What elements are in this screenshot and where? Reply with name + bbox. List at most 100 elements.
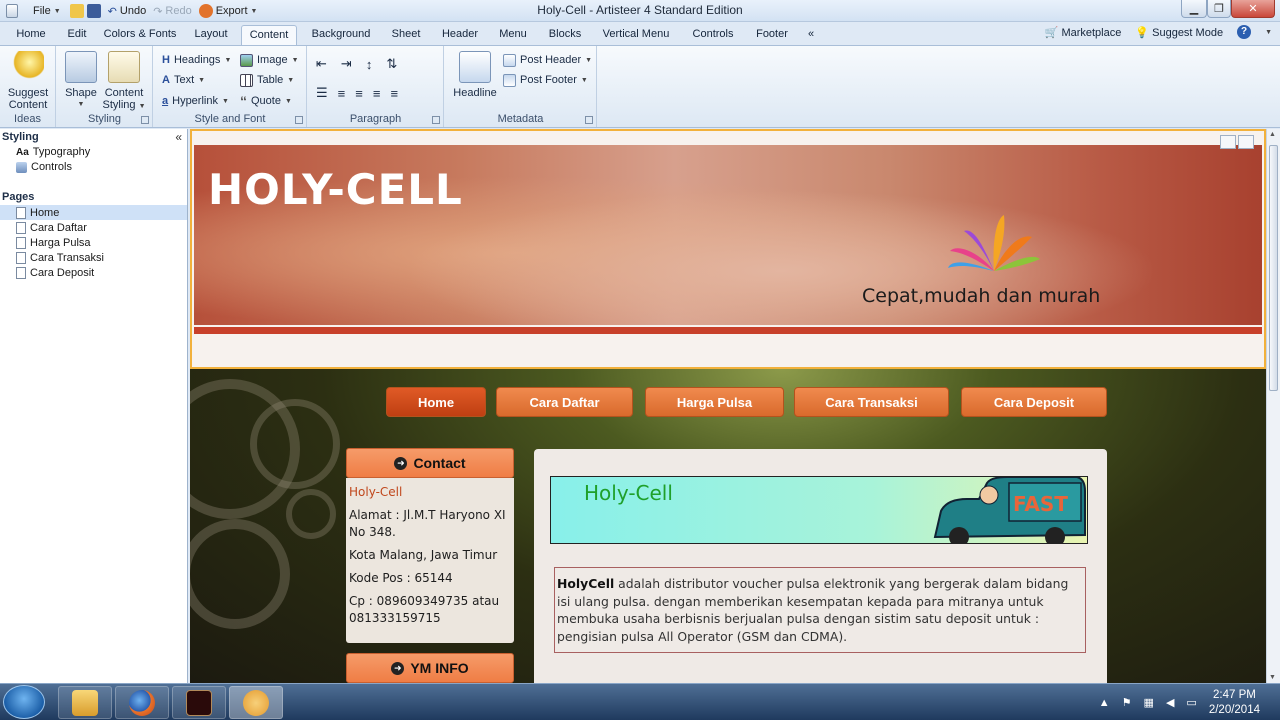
group-launcher-icon[interactable] bbox=[432, 116, 440, 124]
suggest-content-button[interactable]: Suggest Content bbox=[4, 51, 52, 111]
content-banner-image[interactable]: Holy-Cell FAST bbox=[550, 476, 1088, 544]
site-header[interactable]: HOLY-CELL Cepat,mudah dan murah bbox=[190, 129, 1266, 369]
paragraph-spacing-icon[interactable]: ⇅ bbox=[386, 56, 397, 72]
decorative-ring bbox=[286, 489, 336, 539]
tab-sheet[interactable]: Sheet bbox=[386, 25, 426, 45]
hyperlink-button[interactable]: a Hyperlink ▼ bbox=[162, 92, 229, 110]
content-article[interactable]: Holy-Cell FAST HolyCell adalah distribut… bbox=[534, 449, 1107, 683]
tab-blocks[interactable]: Blocks bbox=[544, 25, 586, 45]
table-button[interactable]: Table ▼ bbox=[240, 71, 294, 89]
flag-icon[interactable]: ⚑ bbox=[1122, 696, 1132, 709]
text-button[interactable]: A Text ▼ bbox=[162, 71, 205, 89]
page-item-home[interactable]: Home bbox=[0, 205, 187, 220]
nav-cara-deposit[interactable]: Cara Deposit bbox=[961, 387, 1107, 417]
styling-item-typography[interactable]: Aa Typography bbox=[16, 145, 90, 159]
export-button[interactable]: Export bbox=[216, 5, 248, 17]
scrollbar-thumb[interactable] bbox=[1269, 145, 1278, 391]
power-icon[interactable]: ▭ bbox=[1186, 696, 1196, 709]
scroll-down-icon[interactable]: ▼ bbox=[1269, 674, 1276, 681]
chevron-down-icon[interactable]: ▼ bbox=[1265, 29, 1272, 36]
tab-colors-fonts[interactable]: Colors & Fonts bbox=[100, 25, 180, 45]
ym-info-block-header[interactable]: ➜ YM INFO bbox=[346, 653, 514, 683]
image-button[interactable]: Image ▼ bbox=[240, 51, 299, 69]
site-title[interactable]: HOLY-CELL bbox=[208, 165, 463, 214]
undo-button[interactable]: Undo bbox=[120, 5, 146, 17]
styling-item-controls[interactable]: Controls bbox=[16, 160, 72, 174]
save-icon[interactable] bbox=[86, 4, 101, 18]
group-style-font: H Headings ▼ A Text ▼ a Hyperlink ▼ Image ▼ Tab… bbox=[154, 46, 307, 127]
decrease-indent-icon[interactable]: ⇤ bbox=[316, 56, 327, 72]
tab-background[interactable]: Background bbox=[305, 25, 377, 45]
justify-icon[interactable]: ≡ bbox=[390, 86, 398, 101]
show-hidden-icons[interactable]: ▲ bbox=[1099, 697, 1110, 709]
file-menu-button[interactable]: File bbox=[33, 5, 51, 17]
taskbar: ▲ ⚑ ▦ ◀ ▭ 2:47 PM 2/20/2014 bbox=[0, 683, 1280, 720]
minimize-button[interactable]: ▁ bbox=[1181, 0, 1207, 18]
page-item-cara-daftar[interactable]: Cara Daftar bbox=[0, 220, 187, 235]
content-styling-button[interactable]: Content Styling ▼ bbox=[99, 51, 149, 113]
page-item-harga-pulsa[interactable]: Harga Pulsa bbox=[0, 235, 187, 250]
restore-button[interactable]: ❐ bbox=[1207, 0, 1231, 18]
group-launcher-icon[interactable] bbox=[585, 116, 593, 124]
nav-harga-pulsa[interactable]: Harga Pulsa bbox=[645, 387, 784, 417]
minimize-icon: ▁ bbox=[1189, 3, 1199, 15]
redo-button[interactable]: Redo bbox=[165, 5, 191, 17]
view-options-icon[interactable] bbox=[1238, 135, 1254, 149]
tab-header[interactable]: Header bbox=[436, 25, 484, 45]
tab-content[interactable]: Content bbox=[241, 25, 297, 45]
marketplace-link[interactable]: 🛒 Marketplace bbox=[1045, 26, 1122, 39]
quote-button[interactable]: “Quote ▼ bbox=[240, 92, 292, 110]
group-launcher-icon[interactable] bbox=[141, 116, 149, 124]
group-label: Paragraph bbox=[349, 113, 402, 125]
line-spacing-icon[interactable]: ↕ bbox=[366, 57, 373, 72]
close-button[interactable]: ✕ bbox=[1231, 0, 1275, 18]
tab-footer[interactable]: Footer bbox=[750, 25, 794, 45]
taskbar-explorer[interactable] bbox=[58, 686, 112, 719]
tab-menu[interactable]: Menu bbox=[492, 25, 534, 45]
bullet-list-icon[interactable]: ☰ bbox=[316, 85, 328, 101]
align-right-icon[interactable]: ≡ bbox=[373, 86, 381, 101]
vertical-scrollbar[interactable]: ▲ ▼ bbox=[1266, 129, 1280, 683]
open-folder-icon[interactable] bbox=[69, 4, 84, 18]
post-header-button[interactable]: Post Header ▼ bbox=[503, 51, 592, 69]
chevron-down-icon: ▼ bbox=[250, 7, 258, 15]
taskbar-app[interactable] bbox=[172, 686, 226, 719]
nav-cara-daftar[interactable]: Cara Daftar bbox=[496, 387, 633, 417]
shape-button[interactable]: Shape ▼ bbox=[63, 51, 99, 111]
increase-indent-icon[interactable]: ⇥ bbox=[341, 56, 352, 72]
scroll-up-icon[interactable]: ▲ bbox=[1269, 131, 1276, 138]
help-icon[interactable]: ? bbox=[1237, 25, 1252, 39]
nav-home[interactable]: Home bbox=[386, 387, 486, 417]
headings-button[interactable]: H Headings ▼ bbox=[162, 51, 231, 69]
suggest-mode-link[interactable]: 💡 Suggest Mode bbox=[1135, 26, 1223, 39]
taskbar-artisteer[interactable] bbox=[229, 686, 283, 719]
tab-vertical-menu[interactable]: Vertical Menu bbox=[598, 25, 674, 45]
nav-cara-transaksi[interactable]: Cara Transaksi bbox=[794, 387, 949, 417]
clock[interactable]: 2:47 PM 2/20/2014 bbox=[1209, 688, 1260, 718]
chevron-down-icon: ▼ bbox=[53, 7, 61, 15]
taskbar-firefox[interactable] bbox=[115, 686, 169, 719]
tab-layout[interactable]: Layout bbox=[188, 25, 234, 45]
site-slogan[interactable]: Cepat,mudah dan murah bbox=[862, 285, 1100, 307]
tab-edit[interactable]: Edit bbox=[60, 25, 94, 45]
tab-controls[interactable]: Controls bbox=[686, 25, 740, 45]
export-icon bbox=[198, 4, 213, 18]
tab-home[interactable]: Home bbox=[10, 25, 52, 45]
post-footer-button[interactable]: Post Footer ▼ bbox=[503, 71, 588, 89]
suggest-bulb-icon[interactable] bbox=[1220, 135, 1236, 149]
contact-block-header[interactable]: ➜ Contact bbox=[346, 448, 514, 478]
network-icon[interactable]: ▦ bbox=[1144, 696, 1154, 709]
headline-button[interactable]: Headline bbox=[451, 51, 499, 99]
align-left-icon[interactable]: ≡ bbox=[338, 86, 346, 101]
tab-collapse[interactable]: « bbox=[802, 25, 820, 45]
undo-icon: ↶ bbox=[107, 5, 117, 18]
start-button[interactable] bbox=[3, 685, 45, 719]
design-canvas: HOLY-CELL Cepat,mudah dan murah Home Car… bbox=[190, 129, 1266, 683]
page-item-cara-transaksi[interactable]: Cara Transaksi bbox=[0, 250, 187, 265]
align-center-icon[interactable]: ≡ bbox=[355, 86, 363, 101]
contact-name: Holy-Cell bbox=[349, 485, 403, 499]
collapse-panel-icon[interactable]: « bbox=[175, 130, 182, 144]
group-launcher-icon[interactable] bbox=[295, 116, 303, 124]
volume-icon[interactable]: ◀ bbox=[1166, 696, 1174, 709]
page-item-cara-deposit[interactable]: Cara Deposit bbox=[0, 265, 187, 280]
